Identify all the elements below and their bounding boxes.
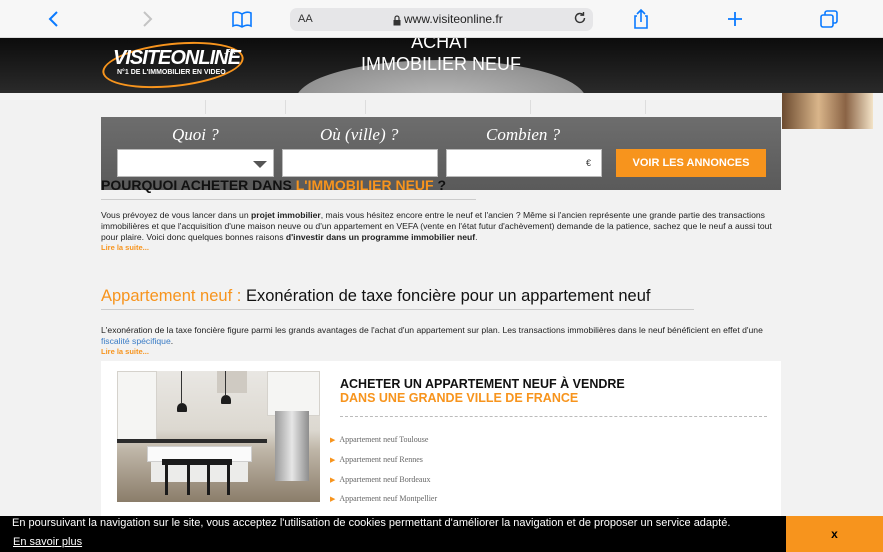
text-run: Vous prévoyez de vous lancer dans un <box>101 210 252 220</box>
photo-lamp-cord <box>181 371 182 403</box>
chevron-down-icon <box>253 161 267 168</box>
photo-stool-leg <box>227 465 230 495</box>
appart-heading-accent: Appartement neuf : <box>101 287 246 305</box>
url-text: www.visiteonline.fr <box>404 12 503 26</box>
new-tab-icon[interactable] <box>724 8 746 30</box>
appart-heading: Appartement neuf : Exonération de taxe f… <box>101 287 650 306</box>
logo-domain: .FR <box>224 49 236 56</box>
quoi-label: Quoi ? <box>172 125 219 144</box>
card-title-line2: DANS UNE GRANDE VILLE DE FRANCE <box>340 391 579 405</box>
nav-strip <box>101 93 781 117</box>
city-link-label: Appartement neuf Rennes <box>339 455 423 464</box>
city-link-rennes[interactable]: ▶ Appartement neuf Rennes <box>330 455 423 464</box>
browser-toolbar: AA www.visiteonline.fr <box>0 0 883 38</box>
budget-input[interactable]: € <box>446 149 602 177</box>
photo-hood <box>217 371 247 393</box>
city-link-toulouse[interactable]: ▶ Appartement neuf Toulouse <box>330 435 428 444</box>
text-size-button[interactable]: AA <box>298 13 313 25</box>
triangle-right-icon: ▶ <box>330 436 336 444</box>
share-icon[interactable] <box>630 8 652 30</box>
nav-separator <box>530 100 531 114</box>
header-title-line2: IMMOBILIER NEUF <box>360 54 521 74</box>
photo-stool-leg <box>165 465 168 495</box>
pourquoi-read-more-link[interactable]: Lire la suite... <box>101 243 149 252</box>
reload-icon[interactable] <box>573 11 587 28</box>
fiscalite-link[interactable]: fiscalité spécifique <box>101 336 171 346</box>
photo-fridge <box>275 411 309 481</box>
bold-text: d'investir dans un programme immobilier … <box>285 232 476 242</box>
site-header: VISITEONLINE .FR N°1 DE L'IMMOBILIER EN … <box>0 38 883 93</box>
text-run: . <box>475 232 478 242</box>
kitchen-photo <box>117 371 320 502</box>
card-divider <box>340 416 767 417</box>
appart-read-more-link[interactable]: Lire la suite... <box>101 347 149 356</box>
photo-stool-leg <box>187 465 190 495</box>
triangle-right-icon: ▶ <box>330 495 336 503</box>
city-link-label: Appartement neuf Montpellier <box>339 494 438 503</box>
photo-stool-leg <box>207 465 210 495</box>
bold-text: projet immobilier <box>251 210 321 220</box>
lock-icon <box>393 13 401 26</box>
appart-heading-main: Exonération de taxe foncière pour un app… <box>245 287 651 305</box>
nav-separator <box>645 100 646 114</box>
see-listings-button[interactable]: VOIR LES ANNONCES <box>616 149 766 177</box>
currency-symbol: € <box>585 158 591 168</box>
card-title-line1: ACHETER UN APPARTEMENT NEUF À VENDRE <box>340 377 625 391</box>
logo[interactable]: VISITEONLINE <box>113 47 241 70</box>
cookie-message: En poursuivant la navigation sur le site… <box>12 517 731 529</box>
logo-tagline: N°1 DE L'IMMOBILIER EN VIDEO <box>117 69 226 76</box>
triangle-right-icon: ▶ <box>330 476 336 484</box>
ville-input[interactable] <box>282 149 438 177</box>
city-link-label: Appartement neuf Bordeaux <box>339 475 431 484</box>
nav-separator <box>285 100 286 114</box>
cookie-learn-more-link[interactable]: En savoir plus <box>13 536 82 548</box>
pourquoi-heading-end: ? <box>433 177 447 193</box>
heading-underline <box>101 199 476 200</box>
text-run: . <box>170 336 174 346</box>
triangle-right-icon: ▶ <box>330 456 336 464</box>
pourquoi-heading-accent: L'IMMOBILIER NEUF <box>295 177 434 193</box>
photo-cabinet <box>267 371 320 416</box>
quoi-select[interactable] <box>117 149 274 177</box>
heading-underline <box>101 309 694 310</box>
tabs-icon[interactable] <box>818 8 840 30</box>
back-icon[interactable] <box>43 8 65 30</box>
cookie-close-button[interactable]: x <box>786 516 883 552</box>
city-link-montpellier[interactable]: ▶ Appartement neuf Montpellier <box>330 494 437 503</box>
nav-separator <box>365 100 366 114</box>
city-link-bordeaux[interactable]: ▶ Appartement neuf Bordeaux <box>330 475 430 484</box>
combien-label: Combien ? <box>486 125 561 144</box>
bookmarks-icon[interactable] <box>231 8 253 30</box>
nav-separator <box>205 100 206 114</box>
text-run: L'exonération de la taxe foncière figure… <box>101 325 763 335</box>
photo-counter <box>117 439 267 443</box>
address-bar[interactable]: AA www.visiteonline.fr <box>290 8 593 31</box>
photo-lamp-cord <box>225 371 226 395</box>
photo-pendant-lamp <box>221 395 231 404</box>
forward-icon[interactable] <box>136 8 158 30</box>
photo-pendant-lamp <box>177 403 187 412</box>
ville-label: Où (ville) ? <box>320 125 399 144</box>
pourquoi-heading: POURQUOI ACHETER DANS L'IMMOBILIER NEUF … <box>101 177 446 193</box>
city-link-label: Appartement neuf Toulouse <box>339 435 429 444</box>
photo-cabinet <box>117 371 157 441</box>
pourquoi-heading-main: POURQUOI ACHETER DANS <box>101 177 296 193</box>
appart-paragraph: L'exonération de la taxe foncière figure… <box>101 325 781 347</box>
pourquoi-paragraph: Vous prévoyez de vous lancer dans un pro… <box>101 210 781 243</box>
header-title-line1: ACHAT <box>411 38 471 52</box>
photo-stool-seats <box>162 459 232 465</box>
nav-thumbnail-image[interactable] <box>782 93 873 129</box>
